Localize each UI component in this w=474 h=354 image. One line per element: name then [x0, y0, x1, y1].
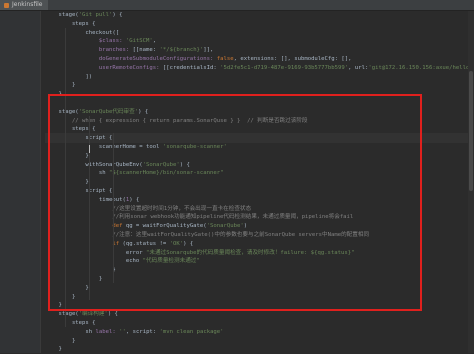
editor-tab-bar: Jenkinsfile	[0, 0, 474, 11]
code-token: userRemoteConfigs:	[45, 64, 163, 71]
code-token: }	[45, 82, 76, 89]
line-number-gutter[interactable]	[0, 11, 41, 353]
code-token: '*/${branch}'	[159, 47, 204, 54]
code-token: 'GitSCM'	[125, 38, 153, 45]
code-token: ]],	[203, 47, 214, 54]
vertical-scrollbar[interactable]	[468, 11, 474, 353]
code-token: '编译构建'	[78, 311, 108, 318]
code-token: false	[216, 56, 234, 62]
code-token: steps {	[45, 20, 96, 27]
scrollbar-thumb[interactable]	[469, 71, 473, 191]
code-token: steps {	[45, 320, 96, 326]
code-token: ) {	[112, 12, 123, 18]
code-token: , extensions: [], submoduleCfg: [],	[233, 56, 352, 62]
code-token: 'Git pull'	[78, 12, 113, 18]
file-icon	[4, 2, 9, 8]
code-token: ])	[45, 73, 93, 80]
code-token: [[name:	[132, 47, 160, 54]
code-token: '5d2fe5c1-d719-487e-9169-93b5777bb599'	[220, 64, 349, 71]
tab-jenkinsfile[interactable]: Jenkinsfile	[0, 0, 49, 10]
code-token: stage(	[45, 12, 79, 18]
code-token: sh	[45, 328, 96, 335]
code-token: , url:	[348, 64, 369, 71]
code-line[interactable]: }	[45, 344, 62, 353]
code-token: 'git@172.16.150.156:axue/helloworld.git'	[368, 64, 474, 71]
code-token: ) {	[107, 311, 118, 318]
code-token: }	[45, 337, 76, 344]
tab-label: Jenkinsfile	[12, 1, 43, 8]
code-token: $class:	[45, 38, 126, 45]
code-token: doGenerateSubmoduleConfigurations:	[45, 56, 217, 62]
code-token: stage(	[45, 311, 79, 318]
code-line[interactable]: userRemoteConfigs: [[credentialsId: '5d2…	[45, 63, 474, 73]
code-token: [[credentialsId:	[162, 64, 221, 71]
code-token: ''	[119, 328, 126, 335]
code-token: ,	[152, 38, 157, 45]
text-caret	[89, 145, 90, 153]
code-token: 'mvn clean package'	[159, 328, 224, 335]
highlight-box	[48, 94, 422, 311]
code-token: label:	[95, 328, 120, 335]
code-token: branches:	[45, 47, 133, 54]
code-token: checkout([	[45, 29, 120, 36]
code-token: , script:	[125, 328, 160, 335]
code-token: }	[45, 346, 62, 353]
